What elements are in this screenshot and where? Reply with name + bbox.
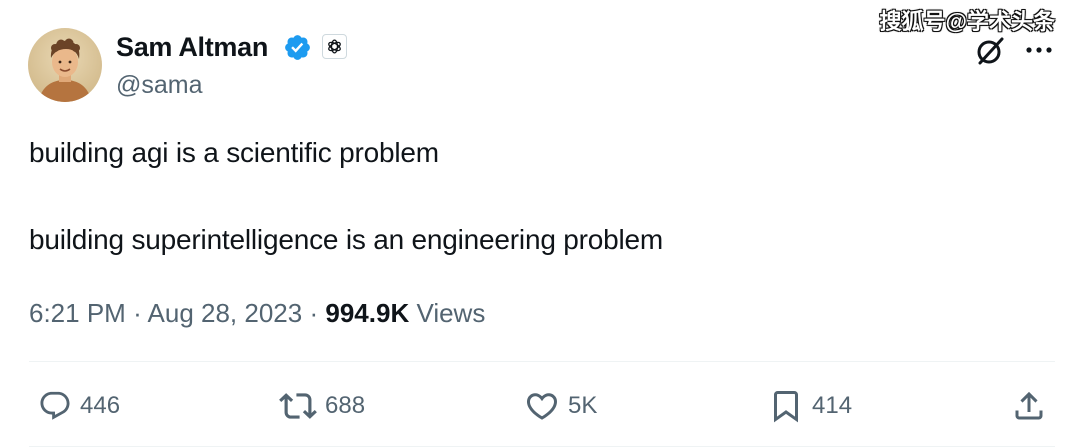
retweet-icon bbox=[279, 393, 317, 419]
more-options-icon[interactable] bbox=[1024, 40, 1054, 60]
reply-count: 446 bbox=[80, 392, 121, 419]
tweet-text-line: building agi is a scientific problem bbox=[29, 137, 439, 168]
reply-button[interactable]: 446 bbox=[38, 386, 120, 426]
reply-icon bbox=[40, 391, 70, 420]
tweet-date[interactable]: Aug 28, 2023 bbox=[148, 298, 303, 328]
heart-icon bbox=[526, 393, 558, 420]
meta-separator: · bbox=[309, 298, 319, 328]
bookmark-icon bbox=[774, 391, 798, 423]
share-button[interactable] bbox=[1011, 386, 1047, 426]
author-display-name[interactable]: Sam Altman bbox=[116, 29, 268, 65]
like-count: 5K bbox=[568, 392, 598, 419]
openai-affiliation-badge[interactable] bbox=[322, 34, 347, 59]
tweet-text-line: building superintelligence is an enginee… bbox=[29, 224, 664, 255]
retweet-count: 688 bbox=[325, 392, 366, 419]
views-count: 994.9K bbox=[325, 298, 410, 328]
tweet-meta: 6:21 PM · Aug 28, 2023 · 994.9K Views bbox=[29, 296, 485, 330]
grok-icon[interactable] bbox=[975, 36, 1005, 66]
watermark: 搜狐号@学术头条 bbox=[879, 9, 1055, 34]
divider bbox=[29, 361, 1055, 362]
meta-separator: · bbox=[133, 298, 142, 328]
bookmark-count: 414 bbox=[812, 392, 853, 419]
bookmark-button[interactable]: 414 bbox=[768, 386, 852, 426]
like-button[interactable]: 5K bbox=[524, 386, 597, 426]
tweet-time[interactable]: 6:21 PM bbox=[29, 298, 126, 328]
retweet-button[interactable]: 688 bbox=[279, 386, 365, 426]
tweet-card: 搜狐号@学术头条 Sam Altman @sama building agi i… bbox=[0, 0, 1080, 447]
author-handle[interactable]: @sama bbox=[116, 70, 203, 100]
avatar[interactable] bbox=[28, 28, 102, 102]
share-icon bbox=[1015, 391, 1043, 420]
openai-logo-icon bbox=[328, 39, 341, 54]
views-label: Views bbox=[416, 298, 486, 328]
verified-badge-icon bbox=[283, 33, 312, 62]
